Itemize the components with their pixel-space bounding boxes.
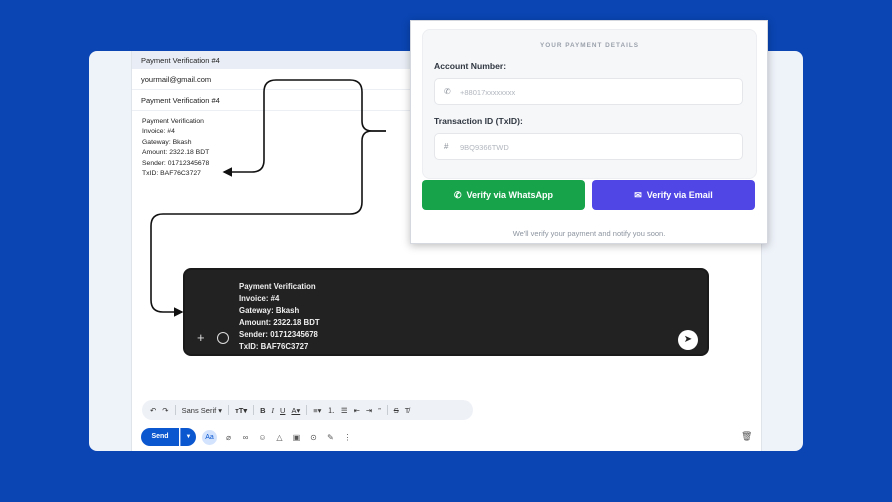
payment-details-card: YOUR PAYMENT DETAILS Account Number: ✆ +… (422, 29, 757, 179)
hash-icon: # (444, 142, 449, 151)
verify-email-label: Verify via Email (646, 190, 713, 200)
txid-value: 9BQ9366TWD (460, 143, 509, 152)
account-placeholder: +88017xxxxxxxx (460, 88, 516, 97)
txid-label: Transaction ID (TxID): (434, 116, 523, 126)
mail-icon: ✉ (634, 189, 642, 200)
account-label: Account Number: (434, 61, 507, 71)
panel-heading: YOUR PAYMENT DETAILS (539, 42, 640, 49)
account-number-input[interactable]: ✆ +88017xxxxxxxx (434, 78, 743, 105)
verify-email-button[interactable]: ✉ Verify via Email (592, 180, 755, 210)
whatsapp-icon: ✆ (453, 189, 462, 200)
verify-whatsapp-label: Verify via WhatsApp (466, 190, 554, 200)
verify-whatsapp-button[interactable]: ✆ Verify via WhatsApp (422, 180, 585, 210)
phone-icon: ✆ (444, 87, 451, 96)
arrow-to-whatsapp (150, 130, 386, 317)
verification-note: We'll verify your payment and notify you… (512, 229, 666, 238)
txid-input[interactable]: # 9BQ9366TWD (434, 133, 743, 160)
payment-details-panel: YOUR PAYMENT DETAILS Account Number: ✆ +… (410, 20, 768, 244)
